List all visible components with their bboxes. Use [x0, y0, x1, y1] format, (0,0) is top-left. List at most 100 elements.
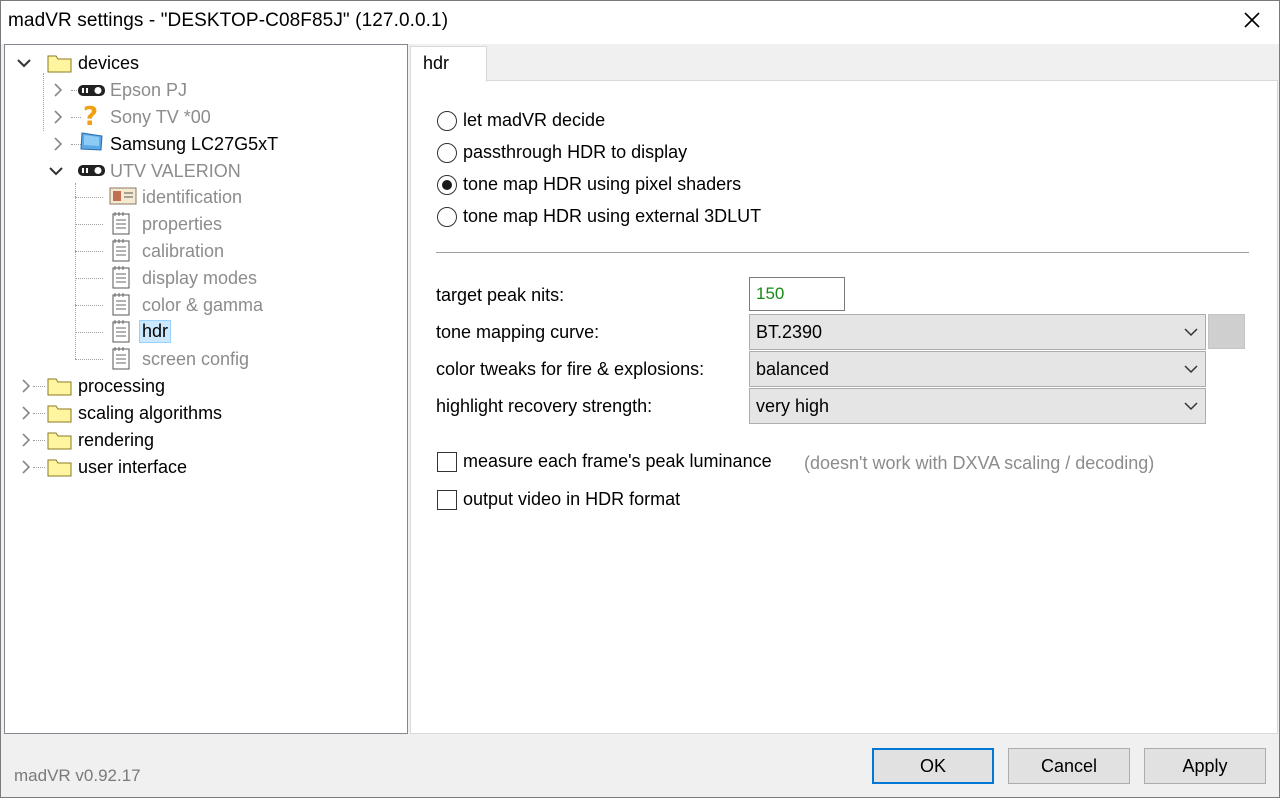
- tree-node-identification[interactable]: identification: [139, 185, 245, 209]
- folder-icon: [47, 402, 72, 424]
- tree-node-sony-tv[interactable]: Sony TV *00: [107, 105, 214, 129]
- tree-node-processing[interactable]: processing: [75, 374, 168, 398]
- measure-peak-luminance-checkbox[interactable]: measure each frame's peak luminance: [437, 451, 772, 472]
- tree-node-display-modes[interactable]: display modes: [139, 266, 260, 290]
- tree-line: [33, 413, 45, 414]
- output-hdr-format-checkbox[interactable]: output video in HDR format: [437, 489, 680, 510]
- radio-circle-checked: [437, 174, 457, 195]
- highlight-recovery-label: highlight recovery strength:: [436, 396, 653, 416]
- tree-line: [75, 197, 103, 198]
- tree-line: [33, 440, 45, 441]
- radio-circle: [437, 206, 457, 227]
- tree-line: [75, 359, 103, 360]
- folder-icon: [47, 52, 72, 74]
- chevron-right-icon[interactable]: [51, 110, 65, 124]
- target-peak-nits-input[interactable]: 150: [749, 277, 845, 311]
- tree-line: [75, 251, 103, 252]
- tree-node-properties[interactable]: properties: [139, 212, 225, 236]
- tab-label: hdr: [423, 53, 450, 73]
- select-value: balanced: [756, 359, 830, 379]
- chevron-down-icon[interactable]: [49, 164, 63, 178]
- radio-label: tone map HDR using pixel shaders: [463, 174, 742, 194]
- radio-tone-map-pixel-shaders[interactable]: tone map HDR using pixel shaders: [437, 174, 741, 195]
- radio-circle: [437, 142, 457, 163]
- cancel-button[interactable]: Cancel: [1008, 748, 1130, 784]
- document-icon: [111, 320, 135, 343]
- tree-line: [33, 386, 45, 387]
- tree-line: [75, 305, 103, 306]
- curve-options-button[interactable]: [1208, 314, 1245, 349]
- select-value: very high: [756, 396, 830, 416]
- tone-mapping-curve-label: tone mapping curve:: [436, 322, 600, 342]
- close-icon: [1244, 12, 1260, 28]
- color-tweaks-select[interactable]: balanced: [749, 351, 1206, 387]
- radio-circle: [437, 110, 457, 131]
- document-icon: [111, 239, 135, 262]
- question-mark-icon: ?: [81, 102, 105, 132]
- ok-button[interactable]: OK: [872, 748, 994, 784]
- dxva-warning-note: (doesn't work with DXVA scaling / decodi…: [804, 453, 1155, 473]
- target-peak-value: 150: [756, 284, 785, 303]
- color-tweaks-label: color tweaks for fire & explosions:: [436, 359, 705, 379]
- tree-node-hdr[interactable]: hdr: [139, 319, 172, 343]
- title-bar: madVR settings - "DESKTOP-C08F85J" (127.…: [0, 0, 1280, 44]
- radio-label: tone map HDR using external 3DLUT: [463, 206, 762, 226]
- tree-node-screen-config[interactable]: screen config: [139, 347, 252, 371]
- tree-line: [33, 467, 45, 468]
- tree-node-rendering[interactable]: rendering: [75, 428, 157, 452]
- select-value: BT.2390: [756, 322, 823, 342]
- chevron-right-icon[interactable]: [51, 83, 65, 97]
- highlight-recovery-select[interactable]: very high: [749, 388, 1206, 424]
- apply-button[interactable]: Apply: [1144, 748, 1266, 784]
- divider: [436, 252, 1249, 253]
- document-icon: [111, 212, 135, 235]
- tree-node-devices[interactable]: devices: [75, 51, 142, 75]
- chevron-right-icon[interactable]: [19, 406, 33, 420]
- id-card-icon: [109, 186, 137, 208]
- settings-tree[interactable]: devices Epson PJ ? Sony TV *00 Samsung L…: [4, 44, 408, 734]
- tree-node-user-interface[interactable]: user interface: [75, 455, 190, 479]
- monitor-icon: [79, 131, 103, 153]
- tab-hdr[interactable]: hdr: [410, 46, 487, 82]
- folder-icon: [47, 429, 72, 451]
- tree-node-epson-pj[interactable]: Epson PJ: [107, 78, 190, 102]
- version-label: madVR v0.92.17: [14, 766, 141, 785]
- window-title: madVR settings - "DESKTOP-C08F85J" (127.…: [8, 10, 449, 31]
- close-button[interactable]: [1224, 0, 1280, 40]
- projector-icon: [77, 79, 105, 101]
- checkbox-label: output video in HDR format: [463, 489, 681, 509]
- folder-icon: [47, 456, 72, 478]
- svg-text:?: ?: [83, 103, 98, 129]
- projector-icon: [77, 159, 105, 181]
- target-peak-label: target peak nits:: [436, 285, 565, 305]
- checkbox-label: measure each frame's peak luminance: [463, 451, 772, 471]
- tree-line: [75, 332, 103, 333]
- radio-let-madvr-decide[interactable]: let madVR decide: [437, 110, 605, 131]
- tree-node-calibration[interactable]: calibration: [139, 239, 227, 263]
- document-icon: [111, 347, 135, 370]
- tree-line: [43, 73, 44, 131]
- tone-mapping-curve-select[interactable]: BT.2390: [749, 314, 1206, 350]
- tree-node-samsung[interactable]: Samsung LC27G5xT: [107, 132, 281, 156]
- chevron-down-icon: [1184, 365, 1198, 374]
- tree-line: [75, 278, 103, 279]
- tree-node-color-gamma[interactable]: color & gamma: [139, 293, 266, 317]
- tree-line: [71, 117, 81, 118]
- checkbox-box: [437, 451, 457, 472]
- chevron-right-icon[interactable]: [19, 433, 33, 447]
- radio-label: passthrough HDR to display: [463, 142, 688, 162]
- radio-tone-map-3dlut[interactable]: tone map HDR using external 3DLUT: [437, 206, 761, 227]
- tree-node-scaling-algorithms[interactable]: scaling algorithms: [75, 401, 225, 425]
- chevron-down-icon: [1184, 328, 1198, 337]
- radio-passthrough-hdr[interactable]: passthrough HDR to display: [437, 142, 687, 163]
- document-icon: [111, 293, 135, 316]
- chevron-down-icon[interactable]: [17, 56, 31, 70]
- radio-label: let madVR decide: [463, 110, 606, 130]
- chevron-right-icon[interactable]: [19, 379, 33, 393]
- chevron-right-icon[interactable]: [51, 137, 65, 151]
- tree-line: [75, 224, 103, 225]
- chevron-right-icon[interactable]: [19, 460, 33, 474]
- chevron-down-icon: [1184, 402, 1198, 411]
- checkbox-box: [437, 489, 457, 510]
- tree-node-utv-valerion[interactable]: UTV VALERION: [107, 159, 244, 183]
